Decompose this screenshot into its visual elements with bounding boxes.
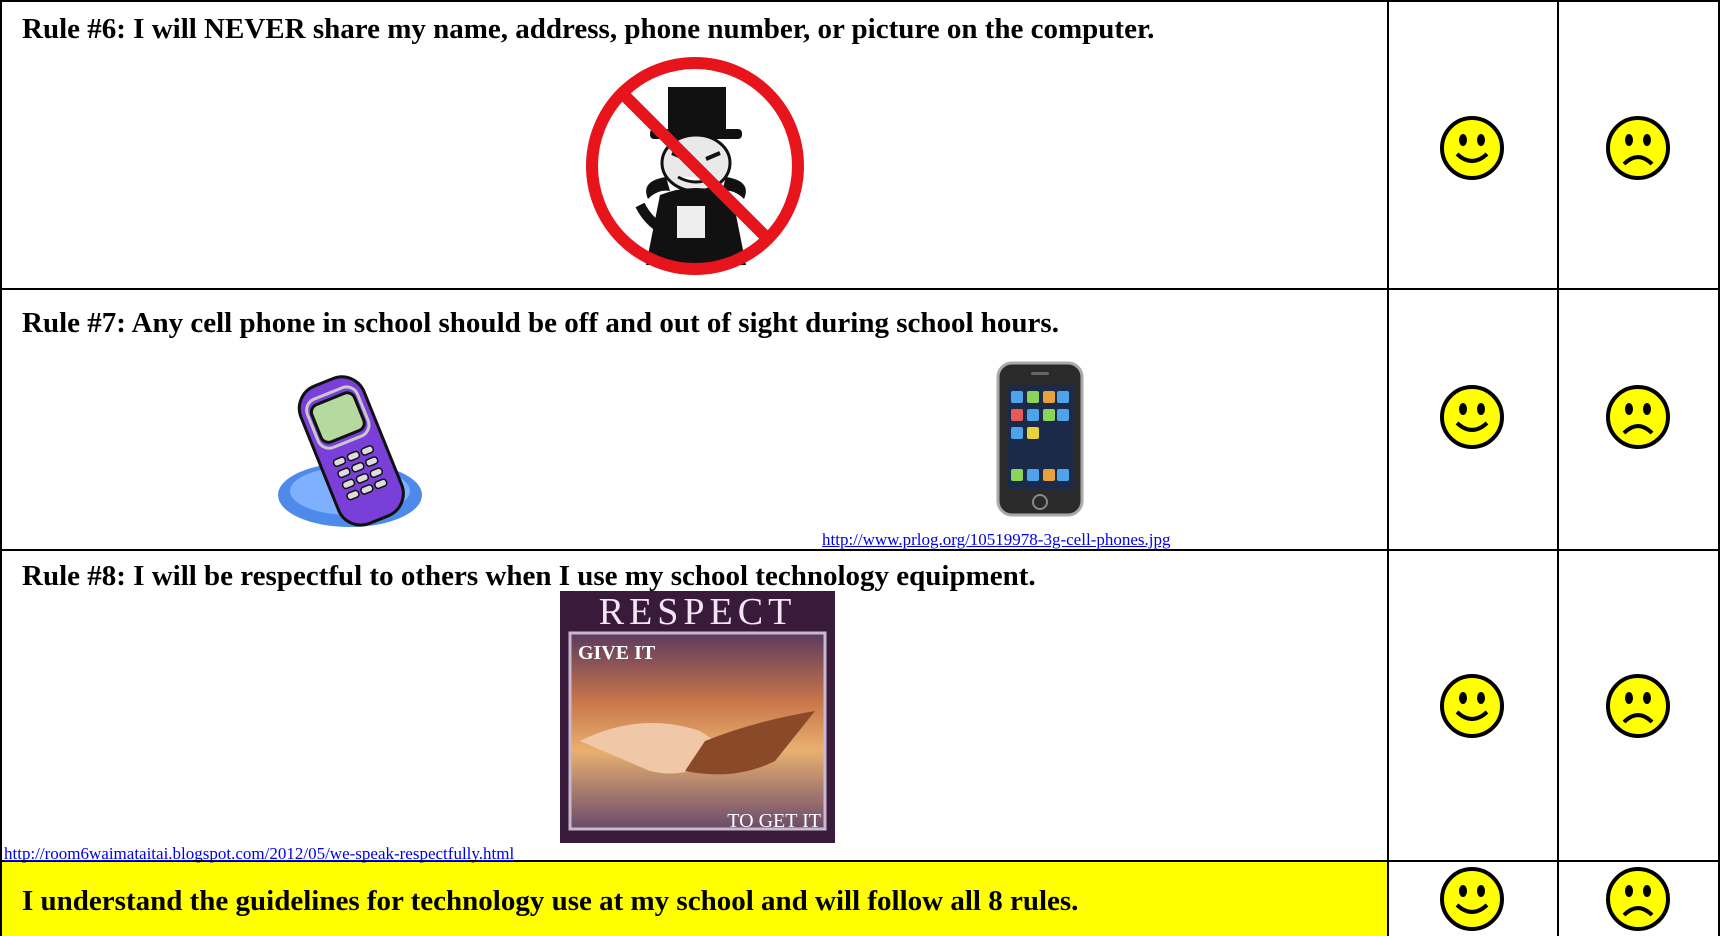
smiley-face-icon[interactable] (1438, 383, 1506, 451)
table-border-top (0, 0, 1720, 2)
rule-7-source-link[interactable]: http://www.prlog.org/10519978-3g-cell-ph… (822, 531, 1170, 548)
rules-table: Rule #6: I will NEVER share my name, add… (0, 0, 1720, 936)
row-divider (0, 288, 1720, 290)
column-divider (1557, 862, 1559, 936)
table-border-left (0, 0, 2, 936)
poster-title: RESPECT (598, 591, 797, 633)
row-divider (0, 549, 1720, 551)
poster-bottom-line: TO GET IT (727, 810, 821, 832)
rule-8-source-link[interactable]: http://room6waimataitai.blogspot.com/201… (4, 845, 514, 862)
rule-8-text: Rule #8: I will be respectful to others … (22, 560, 1036, 592)
column-divider (1387, 0, 1389, 862)
smiley-face-icon[interactable] (1438, 865, 1506, 933)
no-stranger-icon (580, 55, 810, 277)
smartphone-icon (995, 361, 1085, 521)
column-divider (1387, 862, 1389, 936)
smiley-face-icon[interactable] (1438, 672, 1506, 740)
rule-7-text: Rule #7: Any cell phone in school should… (22, 307, 1059, 339)
frowny-face-icon[interactable] (1604, 865, 1672, 933)
frowny-face-icon[interactable] (1604, 383, 1672, 451)
poster-top-line: GIVE IT (578, 642, 656, 664)
frowny-face-icon[interactable] (1604, 672, 1672, 740)
final-statement: I understand the guidelines for technolo… (22, 885, 1079, 917)
flip-cell-phone-icon (270, 365, 430, 537)
rule-6-text: Rule #6: I will NEVER share my name, add… (22, 13, 1155, 45)
frowny-face-icon[interactable] (1604, 114, 1672, 182)
respect-poster-image: RESPECT GIVE IT TO GET IT (560, 591, 835, 843)
smiley-face-icon[interactable] (1438, 114, 1506, 182)
column-divider (1557, 0, 1559, 862)
